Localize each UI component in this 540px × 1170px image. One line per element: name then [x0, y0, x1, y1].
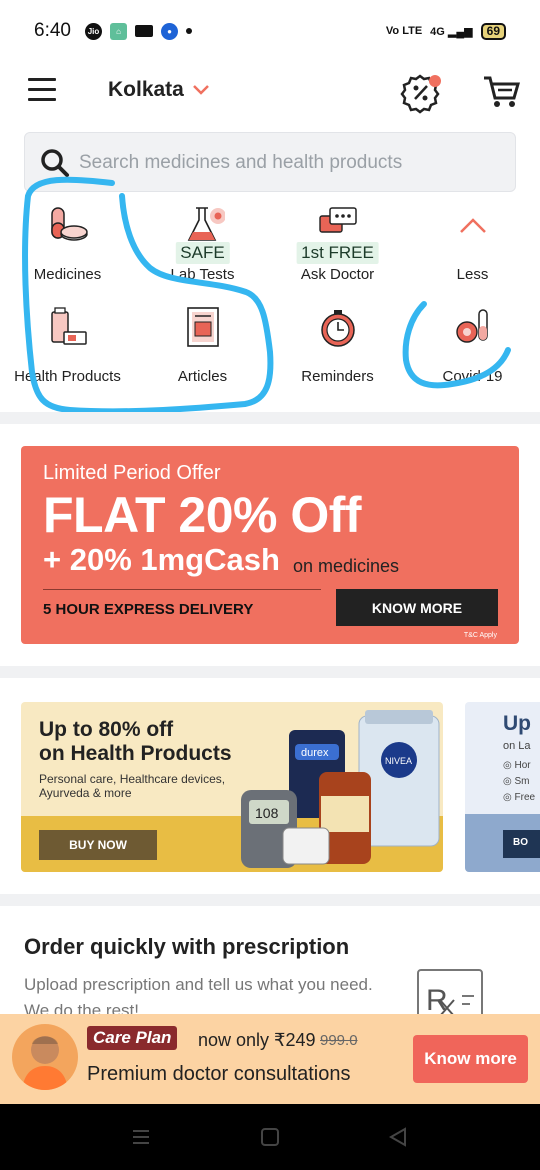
app-screen: 6:40 Jio ⌂ ● Vo LTE 4G ▂▄▆ 69 Kolkata Se…: [0, 0, 540, 1170]
offers-icon[interactable]: [400, 70, 444, 114]
app-header: Kolkata: [0, 62, 540, 124]
category-health-products[interactable]: Health Products: [0, 306, 135, 385]
banner-eyebrow: Limited Period Offer: [43, 462, 221, 484]
peek-book-button[interactable]: BO: [503, 830, 540, 858]
know-more-button[interactable]: KNOW MORE: [336, 589, 498, 626]
more-notifications-icon: [185, 28, 192, 34]
offer-banner[interactable]: Limited Period Offer FLAT 20% Off + 20% …: [21, 446, 519, 644]
care-plan-badge: Care Plan: [87, 1026, 178, 1050]
terms-text: T&C Apply: [463, 632, 497, 639]
category-label: Articles: [177, 368, 228, 385]
app-notification-icon: ⌂: [109, 22, 127, 40]
jio-icon: Jio: [84, 22, 102, 40]
peek-card[interactable]: Up on La ◎ Hor ◎ Sm ◎ Free BO: [465, 702, 540, 872]
status-time: 6:40: [34, 20, 71, 41]
covid-test-icon: [455, 309, 488, 343]
svg-text:NIVEA: NIVEA: [385, 756, 412, 766]
battery-icon: 69: [480, 22, 506, 40]
doctor-avatar: [12, 1024, 78, 1090]
category-label: Lab Tests: [170, 266, 235, 283]
care-plan-old-price: 999.0: [320, 1032, 358, 1049]
svg-text:durex: durex: [301, 747, 329, 759]
health-card-title: Up to 80% off on Health Products: [39, 718, 232, 765]
free-badge: 1st FREE: [296, 242, 379, 264]
care-plan-price: now only ₹249: [198, 1030, 316, 1050]
news-icon: [134, 25, 153, 37]
order-section-title: Order quickly with prescription: [24, 934, 350, 959]
chevron-down-icon[interactable]: [192, 80, 210, 98]
buy-now-button[interactable]: BUY NOW: [39, 830, 157, 860]
banner-headline: FLAT 20% Off: [43, 487, 362, 543]
status-bar: 6:40 Jio ⌂ ● Vo LTE 4G ▂▄▆ 69: [0, 0, 540, 62]
search-icon: [41, 149, 69, 177]
volte-icon: Vo LTE: [385, 25, 423, 37]
section-divider: [0, 666, 540, 678]
back-icon[interactable]: [387, 1126, 409, 1148]
care-plan-know-more-button[interactable]: Know more: [413, 1035, 528, 1083]
category-label: Less: [456, 266, 489, 283]
notification-icons: Jio ⌂ ●: [84, 22, 192, 40]
peek-item: ◎ Free: [503, 792, 536, 803]
section-divider: [0, 412, 540, 424]
category-label: Covid-19: [442, 368, 503, 385]
menu-icon[interactable]: [28, 78, 56, 101]
peek-item: ◎ Sm: [503, 776, 530, 787]
chrome-icon: ●: [160, 22, 178, 40]
banner-cashback: + 20% 1mgCash: [43, 542, 280, 577]
products-image: durex NIVEA 108: [241, 710, 440, 868]
glucometer-reading: 108: [255, 805, 279, 821]
care-plan-strip[interactable]: Care Plan now only ₹249 999.0 Premium do…: [0, 1014, 540, 1104]
location-selector[interactable]: Kolkata: [108, 78, 184, 102]
signal-icon: 4G ▂▄▆: [430, 25, 473, 38]
recents-icon[interactable]: [130, 1126, 152, 1148]
category-covid[interactable]: Covid-19: [405, 306, 540, 385]
category-lab-tests[interactable]: SAFE Lab Tests: [135, 204, 270, 283]
category-label: Medicines: [33, 266, 102, 283]
cart-icon[interactable]: [482, 72, 520, 110]
chevron-up-icon: [459, 218, 486, 233]
pills-icon: [50, 207, 88, 241]
banner-cashback-suffix: on medicines: [293, 556, 400, 576]
peek-title: Up: [503, 712, 531, 735]
search-bar[interactable]: [24, 132, 516, 192]
peek-item: ◎ Hor: [503, 760, 531, 771]
system-nav-bar: [0, 1104, 540, 1170]
category-ask-doctor[interactable]: 1st FREE Ask Doctor: [270, 204, 405, 283]
category-reminders[interactable]: Reminders: [270, 306, 405, 385]
peek-subtitle: on La: [503, 740, 531, 752]
banner-rule: [43, 589, 321, 590]
home-icon[interactable]: [259, 1126, 281, 1148]
health-products-card[interactable]: Up to 80% off on Health Products Persona…: [21, 702, 443, 872]
banner-delivery: 5 HOUR EXPRESS DELIVERY: [43, 601, 254, 618]
category-label: Ask Doctor: [300, 266, 375, 283]
article-icon: [186, 307, 219, 347]
category-articles[interactable]: Articles: [135, 306, 270, 385]
category-label: Health Products: [14, 368, 121, 385]
safe-badge: SAFE: [175, 242, 230, 264]
category-label: Reminders: [301, 368, 374, 385]
health-products-icon: [50, 307, 87, 345]
category-medicines[interactable]: Medicines: [0, 204, 135, 283]
health-card-subtitle: Personal care, Healthcare devices, Ayurv…: [39, 772, 226, 800]
alarm-clock-icon: [320, 310, 355, 347]
search-input[interactable]: [79, 143, 499, 183]
care-plan-description: Premium doctor consultations: [87, 1063, 351, 1085]
section-divider: [0, 894, 540, 906]
system-icons: Vo LTE 4G ▂▄▆ 69: [385, 22, 506, 40]
category-less[interactable]: Less: [405, 204, 540, 283]
